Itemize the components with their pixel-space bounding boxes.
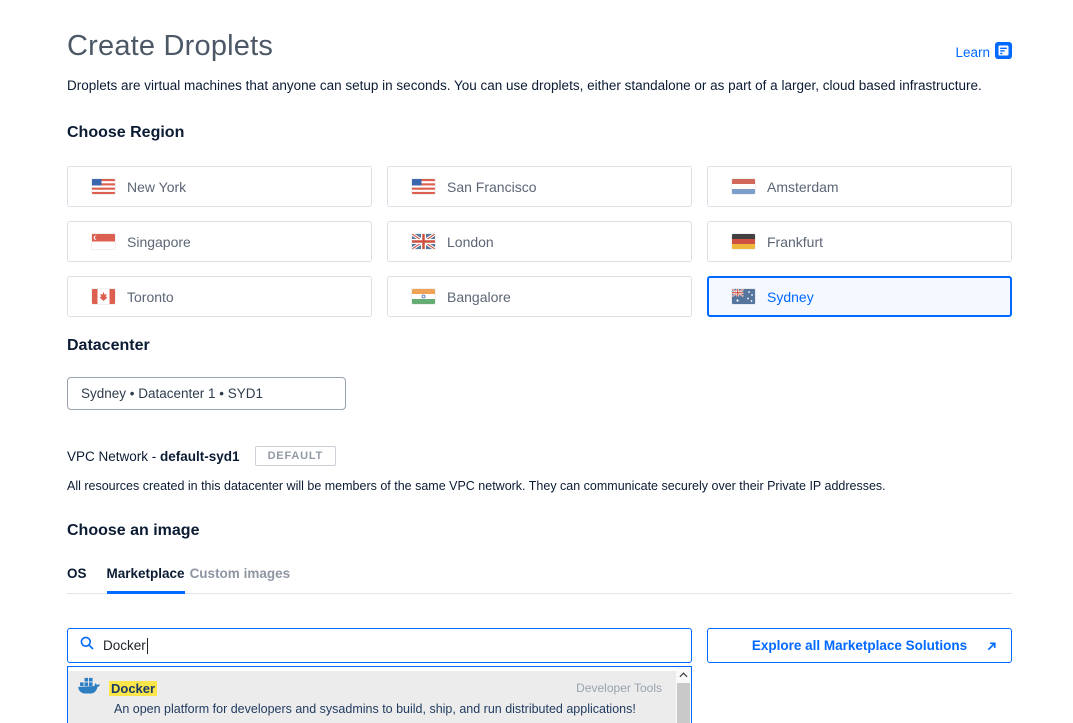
vpc-network-row: VPC Network - default-syd1 DEFAULT: [67, 446, 1012, 466]
tab-custom-images[interactable]: Custom images: [190, 566, 291, 581]
vpc-network-name: default-syd1: [160, 449, 240, 464]
result-name-highlighted: Docker: [109, 681, 157, 696]
learn-link-label: Learn: [955, 45, 990, 60]
scrollbar-thumb[interactable]: [677, 683, 690, 723]
search-icon: [80, 636, 94, 655]
vpc-description: All resources created in this datacenter…: [67, 479, 1012, 493]
result-description: An open platform for developers and sysa…: [114, 702, 666, 716]
flag-sg-icon: [92, 234, 115, 249]
image-search-row: Docker Explore all Marketplace Solutions: [67, 628, 1012, 663]
region-label: Toronto: [127, 289, 174, 305]
region-card-singapore[interactable]: Singapore: [67, 221, 372, 262]
region-label: San Francisco: [447, 179, 536, 195]
flag-ca-icon: [92, 289, 115, 304]
search-results-dropdown: Docker Developer Tools An open platform …: [67, 666, 692, 723]
docker-whale-icon: [78, 677, 100, 699]
choose-region-heading: Choose Region: [67, 124, 1012, 142]
region-label: Bangalore: [447, 289, 511, 305]
tab-os[interactable]: OS: [67, 566, 87, 581]
page-subtitle: Droplets are virtual machines that anyon…: [67, 78, 1012, 93]
region-card-frankfurt[interactable]: Frankfurt: [707, 221, 1012, 262]
region-card-sydney[interactable]: Sydney: [707, 276, 1012, 317]
text-cursor: [147, 638, 148, 654]
search-input-value: Docker: [103, 638, 146, 653]
region-label: Amsterdam: [767, 179, 839, 195]
search-input[interactable]: Docker: [67, 628, 692, 663]
flag-au-icon: [732, 289, 755, 304]
chevron-up-icon[interactable]: [676, 667, 691, 683]
region-label: Frankfurt: [767, 234, 823, 250]
region-label: Singapore: [127, 234, 191, 250]
region-card-bangalore[interactable]: Bangalore: [387, 276, 692, 317]
flag-in-icon: [412, 289, 435, 304]
choose-image-heading: Choose an image: [67, 522, 1012, 540]
learn-doc-icon: [995, 42, 1012, 62]
image-tabs: OS Marketplace Custom images: [67, 566, 1012, 594]
explore-marketplace-button[interactable]: Explore all Marketplace Solutions: [707, 628, 1012, 663]
external-link-icon: [986, 640, 997, 655]
page-title: Create Droplets: [67, 30, 273, 63]
region-card-london[interactable]: London: [387, 221, 692, 262]
region-card-new-york[interactable]: New York: [67, 166, 372, 207]
flag-nl-icon: [732, 179, 755, 194]
region-label: London: [447, 234, 494, 250]
vpc-network-label: VPC Network - default-syd1: [67, 449, 240, 464]
flag-de-icon: [732, 234, 755, 249]
result-category: Developer Tools: [576, 681, 666, 695]
create-droplets-page: Create Droplets Learn Droplets are virtu…: [67, 0, 1012, 723]
flag-us-icon: [412, 179, 435, 194]
page-header: Create Droplets Learn: [67, 0, 1012, 63]
flag-us-icon: [92, 179, 115, 194]
region-label: New York: [127, 179, 186, 195]
default-badge: DEFAULT: [255, 446, 337, 466]
flag-gb-icon: [412, 234, 435, 249]
datacenter-heading: Datacenter: [67, 337, 1012, 355]
region-card-amsterdam[interactable]: Amsterdam: [707, 166, 1012, 207]
datacenter-select[interactable]: Sydney • Datacenter 1 • SYD1: [67, 377, 346, 410]
datacenter-selected-value: Sydney • Datacenter 1 • SYD1: [81, 386, 263, 401]
result-item-header: Docker Developer Tools: [78, 677, 666, 699]
dropdown-scrollbar[interactable]: [676, 667, 691, 723]
learn-link[interactable]: Learn: [955, 42, 1012, 62]
result-item-docker[interactable]: Docker Developer Tools An open platform …: [68, 671, 676, 723]
explore-marketplace-label: Explore all Marketplace Solutions: [752, 638, 967, 653]
tab-marketplace[interactable]: Marketplace: [107, 566, 185, 581]
region-label: Sydney: [767, 289, 814, 305]
region-card-san-francisco[interactable]: San Francisco: [387, 166, 692, 207]
region-card-toronto[interactable]: Toronto: [67, 276, 372, 317]
region-grid: New York San Francisco Amsterdam Singapo…: [67, 166, 1012, 317]
